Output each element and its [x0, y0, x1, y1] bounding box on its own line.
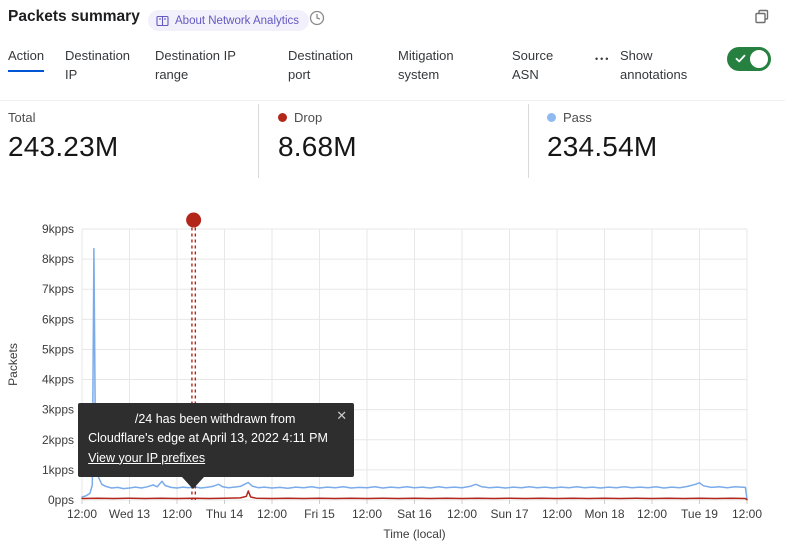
x-tick-label: 12:00 [732, 507, 762, 521]
y-tick-label: 4kpps [42, 373, 74, 387]
x-tick-label: 12:00 [162, 507, 192, 521]
annotation-tooltip: ✕ /24 has been withdrawn from Cloudflare… [78, 403, 354, 477]
tooltip-arrow [182, 477, 204, 489]
x-tick-label: 12:00 [352, 507, 382, 521]
x-axis-title: Time (local) [383, 527, 445, 541]
view-ip-prefixes-link[interactable]: View your IP prefixes [88, 449, 205, 468]
tooltip-close-icon[interactable]: ✕ [336, 406, 347, 426]
x-tick-label: 12:00 [257, 507, 287, 521]
y-tick-label: 3kpps [42, 403, 74, 417]
x-tick-label: 12:00 [67, 507, 97, 521]
y-tick-label: 6kpps [42, 312, 74, 326]
tooltip-text-line1: /24 has been withdrawn from [88, 410, 342, 429]
y-tick-label: 9kpps [42, 222, 74, 236]
y-tick-label: 8kpps [42, 252, 74, 266]
y-tick-label: 0pps [48, 493, 74, 507]
x-tick-label: Sat 16 [397, 507, 432, 521]
x-tick-label: Wed 13 [109, 507, 150, 521]
x-tick-label: Mon 18 [584, 507, 624, 521]
x-tick-label: Thu 14 [206, 507, 244, 521]
x-tick-label: 12:00 [637, 507, 667, 521]
tooltip-text-line2: Cloudflare's edge at April 13, 2022 4:11… [88, 429, 342, 448]
x-tick-label: 12:00 [447, 507, 477, 521]
y-tick-label: 2kpps [42, 433, 74, 447]
x-tick-label: Sun 17 [490, 507, 528, 521]
y-axis-title: Packets [6, 343, 20, 386]
annotation-dot[interactable] [186, 213, 201, 228]
y-tick-label: 5kpps [42, 342, 74, 356]
y-tick-label: 1kpps [42, 463, 74, 477]
x-tick-label: Tue 19 [681, 507, 718, 521]
x-tick-label: 12:00 [542, 507, 572, 521]
x-tick-label: Fri 15 [304, 507, 335, 521]
y-tick-label: 7kpps [42, 282, 74, 296]
